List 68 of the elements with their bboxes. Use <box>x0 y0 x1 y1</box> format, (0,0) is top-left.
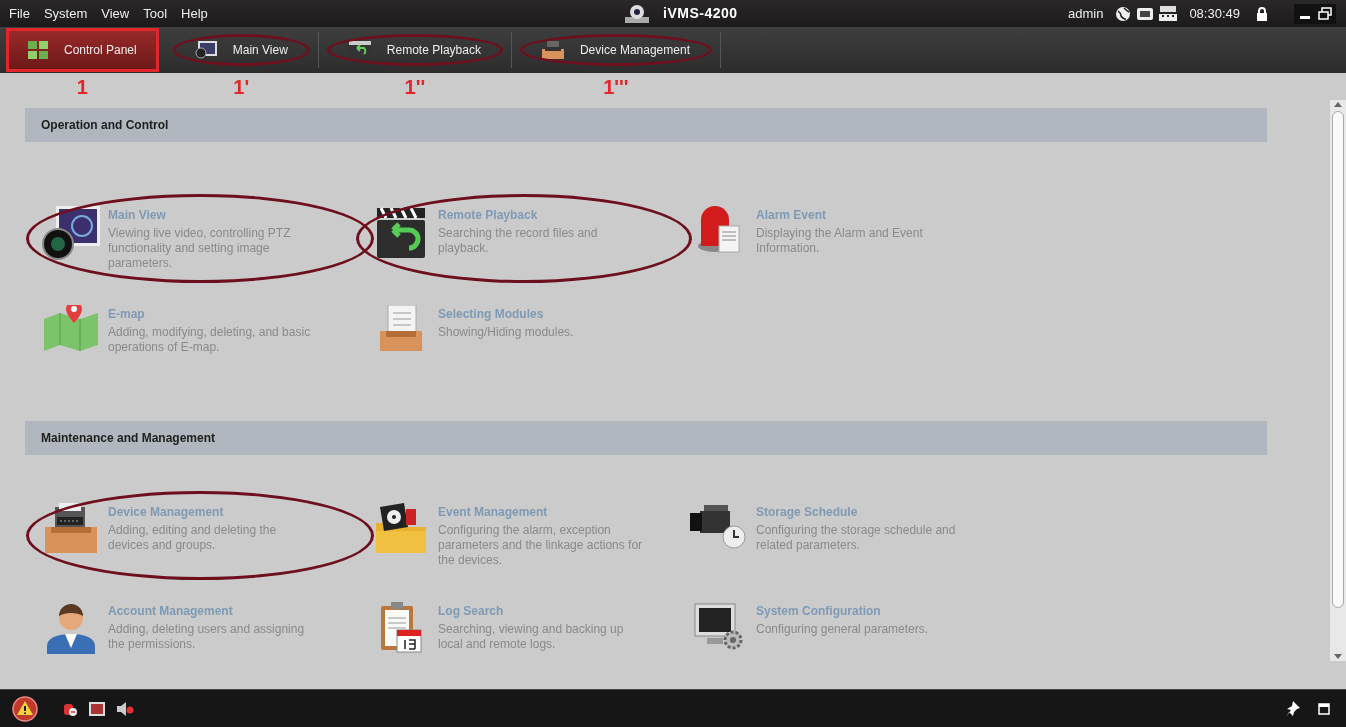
module-description: Configuring the storage schedule and related parameters. <box>756 523 957 553</box>
module-link[interactable]: Selecting Modules <box>438 307 644 322</box>
annotation-label: 1''' <box>602 76 630 99</box>
module-link[interactable]: Main View <box>108 208 314 223</box>
module-description: Adding, modifying, deleting, and basic operations of E-map. <box>108 325 312 355</box>
tray-icon <box>541 41 564 59</box>
camera-screen-icon <box>42 206 100 260</box>
module-description: Configuring general parameters. <box>756 622 930 637</box>
module-tab[interactable]: Main View <box>172 30 310 70</box>
menu-item[interactable]: File <box>9 6 30 21</box>
cpu-icon <box>1137 6 1154 21</box>
monitor-gear-icon <box>693 602 745 650</box>
camera-icon <box>625 3 649 23</box>
module-link[interactable]: Event Management <box>438 505 644 520</box>
module-tab[interactable]: Device Management <box>519 30 712 70</box>
module-link[interactable]: System Configuration <box>756 604 962 619</box>
section-header: Maintenance and Management <box>25 421 1267 455</box>
module-description: Showing/Hiding modules. <box>438 325 575 340</box>
module-link[interactable]: Device Management <box>108 505 314 520</box>
image-alarm-icon[interactable] <box>88 700 106 717</box>
annotation-label: 1' <box>232 76 251 99</box>
module-link[interactable]: E-map <box>108 307 314 322</box>
map-icon <box>42 305 100 353</box>
sound-muted-icon[interactable] <box>116 700 134 717</box>
scroll-up-icon[interactable] <box>1333 100 1343 108</box>
warning-icon[interactable] <box>12 695 38 722</box>
module-description: Displaying the Alarm and Event Information. <box>756 226 924 256</box>
scrollbar[interactable] <box>1330 100 1346 661</box>
globe-icon <box>1115 5 1132 22</box>
clapperboard-icon <box>375 206 427 260</box>
user-name: admin <box>1067 6 1104 21</box>
section-header: Operation and Control <box>25 108 1267 142</box>
module-description: Adding, editing and deleting the devices and groups. <box>108 523 278 553</box>
annotation-label: 1'' <box>403 76 427 99</box>
menu-item[interactable]: System <box>43 6 88 21</box>
module-description: Viewing live video, controlling PTZ functionality and setting image parameters. <box>108 226 292 271</box>
restore-icon[interactable] <box>1318 6 1332 21</box>
document-tray-icon <box>378 305 424 353</box>
module-description: Adding, deleting users and assigning the permissions. <box>108 622 306 652</box>
module-link[interactable]: Log Search <box>438 604 644 619</box>
module-link[interactable]: Alarm Event <box>756 208 962 223</box>
window-icon[interactable] <box>1318 702 1330 715</box>
siren-icon <box>697 206 741 254</box>
screen-icon <box>194 41 217 59</box>
scroll-down-icon[interactable] <box>1333 653 1343 661</box>
pin-icon[interactable] <box>1286 700 1300 717</box>
module-description: Configuring the alarm, exception parameters and the linkage actions for the devices. <box>438 523 644 568</box>
clock-time: 08:30:49 <box>1189 6 1240 21</box>
module-link[interactable]: Storage Schedule <box>756 505 962 520</box>
device-tray-icon <box>43 503 99 553</box>
folder-film-icon <box>374 503 428 555</box>
app-title: iVMS-4200 <box>663 5 738 21</box>
module-tab[interactable]: Remote Playback <box>326 30 503 70</box>
scrollbar-thumb[interactable] <box>1332 111 1344 608</box>
menu-item[interactable]: Tool <box>143 6 168 21</box>
menu-item[interactable]: View <box>101 6 130 21</box>
module-description: Searching the record files and playback. <box>438 226 599 256</box>
ram-icon <box>1159 5 1178 22</box>
module-link[interactable]: Account Management <box>108 604 314 619</box>
annotation-label: 1 <box>75 76 89 99</box>
menu-item[interactable]: Help <box>181 6 208 21</box>
module-link[interactable]: Remote Playback <box>438 208 644 223</box>
module-description: Searching, viewing and backing up local and remote logs. <box>438 622 625 652</box>
camcorder-clock-icon <box>690 503 748 549</box>
lock-icon[interactable] <box>1256 6 1268 21</box>
grid-icon <box>28 41 48 59</box>
module-tab[interactable]: Control Panel <box>8 30 157 70</box>
clipboard-calendar-icon <box>379 602 423 654</box>
